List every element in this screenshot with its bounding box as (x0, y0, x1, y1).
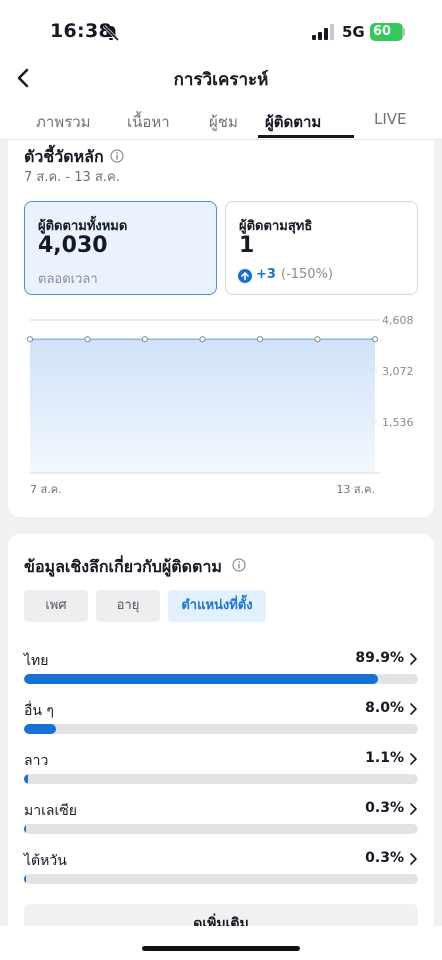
tab-followers[interactable]: ผู้ติดตาม (265, 110, 321, 134)
location-bar-track (24, 874, 418, 884)
location-bar-track (24, 824, 418, 834)
y-tick-label: 3,072 (382, 365, 414, 378)
tab-overview[interactable]: ภาพรวม (36, 110, 91, 134)
segment-age[interactable]: อายุ (96, 590, 160, 622)
location-bar-track (24, 774, 418, 784)
chevron-right-icon (410, 703, 417, 715)
x-tick-label: 13 ส.ค. (336, 483, 375, 496)
location-percent: 89.9% (355, 650, 404, 666)
delta-percent: (-150%) (281, 267, 333, 282)
signal-icon (312, 24, 334, 40)
battery-tip (402, 28, 405, 36)
net-followers-metric[interactable]: ผู้ติดตามสุทธิ 1 +3 (-150%) (225, 201, 418, 295)
data-point[interactable] (84, 336, 91, 343)
location-percent: 0.3% (365, 850, 404, 866)
location-name: ไทย (24, 653, 49, 669)
y-tick-label: 4,608 (382, 314, 414, 327)
followers-area-chart: 4,608 3,072 1,536 7 ส.ค. 13 ส.ค. (26, 314, 414, 496)
nav-bar: การวิเคราะห์ (0, 62, 442, 104)
data-point[interactable] (199, 336, 206, 343)
location-name: ลาว (24, 753, 49, 769)
data-point[interactable] (256, 336, 264, 343)
location-name: ไต้หวัน (24, 853, 67, 869)
location-row[interactable]: ไต้หวัน 0.3% (24, 850, 418, 884)
data-point[interactable] (314, 336, 321, 343)
chevron-right-icon (410, 803, 417, 815)
followers-area (30, 339, 375, 473)
metric-value: 4,030 (38, 233, 108, 258)
active-tab-indicator (258, 135, 354, 138)
tab-bar: ภาพรวม เนื้อหา ผู้ชม ผู้ติดตาม LIVE (0, 104, 442, 140)
page-title: การวิเคราะห์ (173, 70, 269, 90)
location-bar-fill (24, 824, 27, 834)
info-icon[interactable] (232, 558, 246, 572)
network-label: 5G (342, 23, 365, 41)
data-point[interactable] (371, 336, 379, 343)
location-name: อื่น ๆ (24, 703, 54, 719)
location-bar-fill (24, 874, 27, 884)
chevron-right-icon (410, 653, 417, 665)
location-bar-track (24, 674, 418, 684)
location-percent: 1.1% (365, 750, 404, 766)
total-followers-metric[interactable]: ผู้ติดตามทั้งหมด 4,030 ตลอดเวลา (24, 201, 217, 295)
location-bar-fill (24, 774, 29, 784)
status-bar: 16:38 5G 60 (0, 0, 442, 62)
location-name: มาเลเซีย (24, 803, 77, 819)
chevron-right-icon (410, 753, 417, 765)
battery-indicator: 60 (370, 23, 403, 41)
date-range: 7 ส.ค. - 13 ส.ค. (24, 170, 120, 185)
location-row[interactable]: ลาว 1.1% (24, 750, 418, 784)
follower-insights-card: ข้อมูลเชิงลึกเกี่ยวกับผู้ติดตาม เพศ อายุ… (8, 534, 434, 954)
tab-viewers[interactable]: ผู้ชม (209, 110, 238, 134)
location-bar-track (24, 724, 418, 734)
segment-location[interactable]: ตำแหน่งที่ตั้ง (168, 590, 266, 622)
key-metrics-card: ตัวชี้วัดหลัก 7 ส.ค. - 13 ส.ค. ผู้ติดตาม… (8, 140, 434, 517)
data-point[interactable] (26, 336, 34, 343)
location-row[interactable]: ไทย 89.9% (24, 650, 418, 684)
location-percent: 8.0% (365, 700, 404, 716)
metric-value: 1 (239, 233, 255, 258)
home-indicator-area (0, 926, 442, 960)
x-tick-label: 7 ส.ค. (30, 483, 62, 496)
chevron-right-icon (410, 853, 417, 865)
delta-value: +3 (256, 267, 276, 282)
data-point[interactable] (141, 336, 149, 343)
location-row[interactable]: อื่น ๆ 8.0% (24, 700, 418, 734)
home-indicator (142, 946, 300, 951)
tab-live[interactable]: LIVE (374, 110, 407, 128)
segment-gender[interactable]: เพศ (24, 590, 88, 622)
info-icon[interactable] (110, 149, 124, 163)
metric-subtitle: ตลอดเวลา (38, 272, 98, 287)
tab-content[interactable]: เนื้อหา (127, 110, 170, 134)
arrow-up-circle-icon (238, 269, 252, 283)
bell-off-icon (102, 24, 120, 42)
insights-title: ข้อมูลเชิงลึกเกี่ยวกับผู้ติดตาม (24, 557, 222, 576)
location-percent: 0.3% (365, 800, 404, 816)
location-bar-fill (24, 674, 379, 684)
location-row[interactable]: มาเลเซีย 0.3% (24, 800, 418, 834)
y-tick-label: 1,536 (382, 416, 414, 429)
location-bar-fill (24, 724, 56, 734)
